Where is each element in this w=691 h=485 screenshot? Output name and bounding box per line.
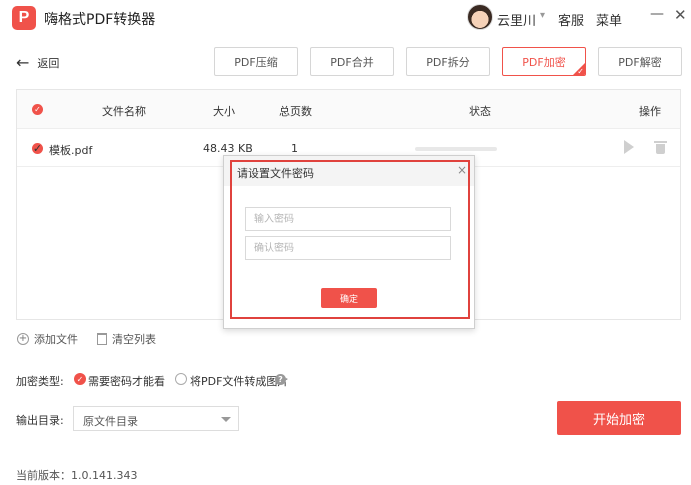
tab-pdf-encrypt[interactable]: PDF加密 ✓ <box>502 47 586 76</box>
back-label: 返回 <box>37 57 60 70</box>
tab-pdf-split[interactable]: PDF拆分 <box>406 47 490 76</box>
row-checkbox[interactable]: ✓ <box>32 143 43 154</box>
start-encrypt-button[interactable]: 开始加密 <box>557 401 681 435</box>
encrypt-type-label: 加密类型: <box>16 375 64 388</box>
tab-pdf-merge[interactable]: PDF合并 <box>310 47 394 76</box>
back-arrow-icon: ← <box>16 53 30 72</box>
help-icon[interactable]: ? <box>275 374 286 385</box>
column-header-status: 状态 <box>469 105 491 118</box>
radio-password-required[interactable]: ✓ <box>74 373 86 385</box>
column-header-actions: 操作 <box>639 105 661 118</box>
user-dropdown-icon[interactable]: ▾ <box>540 10 545 21</box>
confirm-password-input[interactable] <box>245 236 451 260</box>
trash-icon[interactable] <box>654 141 667 154</box>
play-icon[interactable] <box>624 140 634 154</box>
output-dir-select[interactable]: 原文件目录 <box>73 406 239 431</box>
tab-label: PDF拆分 <box>426 55 470 69</box>
output-dir-label: 输出目录: <box>16 414 64 427</box>
tab-label: PDF解密 <box>618 55 662 69</box>
column-header-size: 大小 <box>213 105 235 118</box>
tab-label: PDF合并 <box>330 55 374 69</box>
username[interactable]: 云里川 <box>497 10 536 29</box>
clear-list-button[interactable]: 清空列表 <box>97 331 156 347</box>
radio-convert-to-image[interactable] <box>175 373 187 385</box>
app-logo-icon: P <box>12 6 36 30</box>
radio-password-label[interactable]: 需要密码才能看 <box>88 373 165 389</box>
chevron-down-icon <box>221 417 231 422</box>
version-text: 当前版本：1.0.141.343 <box>16 469 138 482</box>
select-all-checkbox[interactable]: ✓ <box>32 104 43 115</box>
check-icon: ✓ <box>577 67 584 76</box>
file-pages: 1 <box>291 142 298 155</box>
avatar[interactable] <box>467 4 493 30</box>
table-header: ✓ 文件名称 大小 总页数 状态 操作 <box>17 90 680 129</box>
tab-pdf-compress[interactable]: PDF压缩 <box>214 47 298 76</box>
title-bar: P 嗨格式PDF转换器 云里川 ▾ 客服 菜单 — ✕ <box>0 0 691 36</box>
menu-link[interactable]: 菜单 <box>596 10 622 29</box>
tab-label: PDF压缩 <box>234 55 278 69</box>
trash-body <box>656 144 665 154</box>
clear-list-label: 清空列表 <box>112 333 156 346</box>
confirm-button[interactable]: 确定 <box>321 288 377 308</box>
clear-icon <box>97 333 107 345</box>
radio-image-label[interactable]: 将PDF文件转成图片 <box>190 373 288 389</box>
column-header-pages: 总页数 <box>279 105 312 118</box>
customer-service-link[interactable]: 客服 <box>558 10 584 29</box>
column-header-name: 文件名称 <box>102 105 146 118</box>
progress-bar <box>415 147 497 151</box>
add-file-button[interactable]: + 添加文件 <box>17 331 78 347</box>
close-window-icon[interactable]: ✕ <box>674 6 687 24</box>
back-button[interactable]: ← 返回 <box>16 55 59 71</box>
tab-label: PDF加密 <box>522 55 566 69</box>
password-dialog: 请设置文件密码 × 确定 <box>223 155 475 329</box>
tab-pdf-decrypt[interactable]: PDF解密 <box>598 47 682 76</box>
minimize-icon[interactable]: — <box>650 6 664 22</box>
file-name: 模板.pdf <box>49 144 93 157</box>
file-size: 48.43 KB <box>203 142 253 155</box>
add-file-label: 添加文件 <box>34 333 78 346</box>
app-title: 嗨格式PDF转换器 <box>44 12 156 28</box>
trash-lid <box>654 141 667 143</box>
password-input[interactable] <box>245 207 451 231</box>
output-dir-value: 原文件目录 <box>83 415 138 428</box>
add-icon: + <box>17 333 29 345</box>
